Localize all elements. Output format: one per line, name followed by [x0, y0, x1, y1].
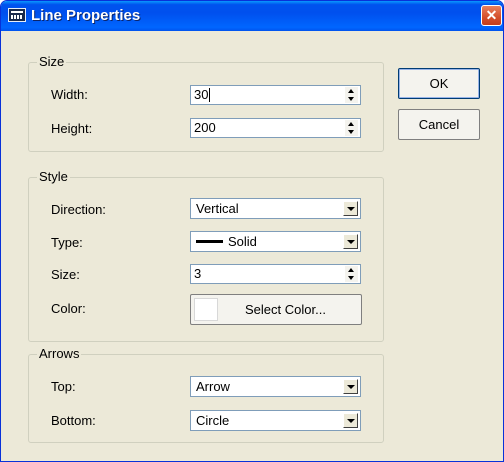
line-size-value: 3 — [194, 266, 202, 281]
dropdown-arrow-icon[interactable] — [343, 413, 358, 428]
spin-up-icon[interactable] — [345, 266, 358, 274]
top-arrow-dropdown[interactable]: Arrow — [190, 376, 361, 397]
style-group-label: Style — [37, 169, 70, 184]
spin-down-icon[interactable] — [345, 95, 358, 103]
height-input[interactable]: 200 — [190, 118, 361, 138]
height-value: 200 — [194, 120, 216, 135]
solid-line-icon — [196, 240, 223, 244]
dialog-body: Size Width: 30 Height: 200 Style Directi… — [4, 31, 500, 458]
select-color-button[interactable]: Select Color... — [190, 294, 362, 325]
height-label: Height: — [51, 121, 93, 136]
select-color-label: Select Color... — [245, 302, 326, 317]
dropdown-arrow-icon[interactable] — [343, 379, 358, 394]
window-title: Line Properties — [31, 7, 141, 24]
text-caret — [209, 87, 211, 102]
ok-button[interactable]: OK — [398, 68, 480, 99]
width-label: Width: — [51, 87, 88, 102]
cancel-button[interactable]: Cancel — [398, 109, 480, 140]
spin-up-icon[interactable] — [345, 87, 358, 95]
color-swatch — [194, 298, 218, 321]
type-value: Solid — [196, 234, 257, 250]
dropdown-arrow-icon[interactable] — [343, 234, 358, 249]
direction-dropdown[interactable]: Vertical — [190, 198, 361, 219]
arrows-group-label: Arrows — [37, 346, 82, 361]
width-spinner[interactable] — [345, 87, 358, 103]
title-bar[interactable]: Line Properties ✕ — [1, 1, 503, 31]
bottom-arrow-value: Circle — [196, 413, 230, 428]
size-group: Size — [28, 54, 384, 152]
direction-label: Direction: — [51, 202, 106, 217]
width-input[interactable]: 30 — [190, 85, 361, 105]
bottom-arrow-dropdown[interactable]: Circle — [190, 410, 361, 431]
line-size-spinner[interactable] — [345, 266, 358, 282]
spin-down-icon[interactable] — [345, 274, 358, 282]
app-icon — [8, 8, 26, 22]
width-value: 30 — [194, 87, 211, 102]
ok-button-label: OK — [429, 76, 449, 91]
type-dropdown[interactable]: Solid — [190, 231, 361, 252]
dropdown-arrow-icon[interactable] — [343, 201, 358, 216]
top-arrow-label: Top: — [51, 379, 76, 394]
close-button[interactable]: ✕ — [481, 5, 502, 26]
line-properties-dialog: Line Properties ✕ Size Width: 30 Height:… — [0, 0, 504, 462]
direction-value: Vertical — [196, 201, 239, 216]
top-arrow-value: Arrow — [196, 379, 230, 394]
color-label: Color: — [51, 301, 86, 316]
spin-up-icon[interactable] — [345, 120, 358, 128]
size-group-label: Size — [37, 54, 67, 69]
type-label: Type: — [51, 235, 83, 250]
cancel-button-label: Cancel — [418, 117, 460, 132]
line-size-input[interactable]: 3 — [190, 264, 361, 284]
spin-down-icon[interactable] — [345, 128, 358, 136]
bottom-arrow-label: Bottom: — [51, 413, 96, 428]
close-icon: ✕ — [485, 7, 498, 23]
line-size-label: Size: — [51, 267, 80, 282]
height-spinner[interactable] — [345, 120, 358, 136]
